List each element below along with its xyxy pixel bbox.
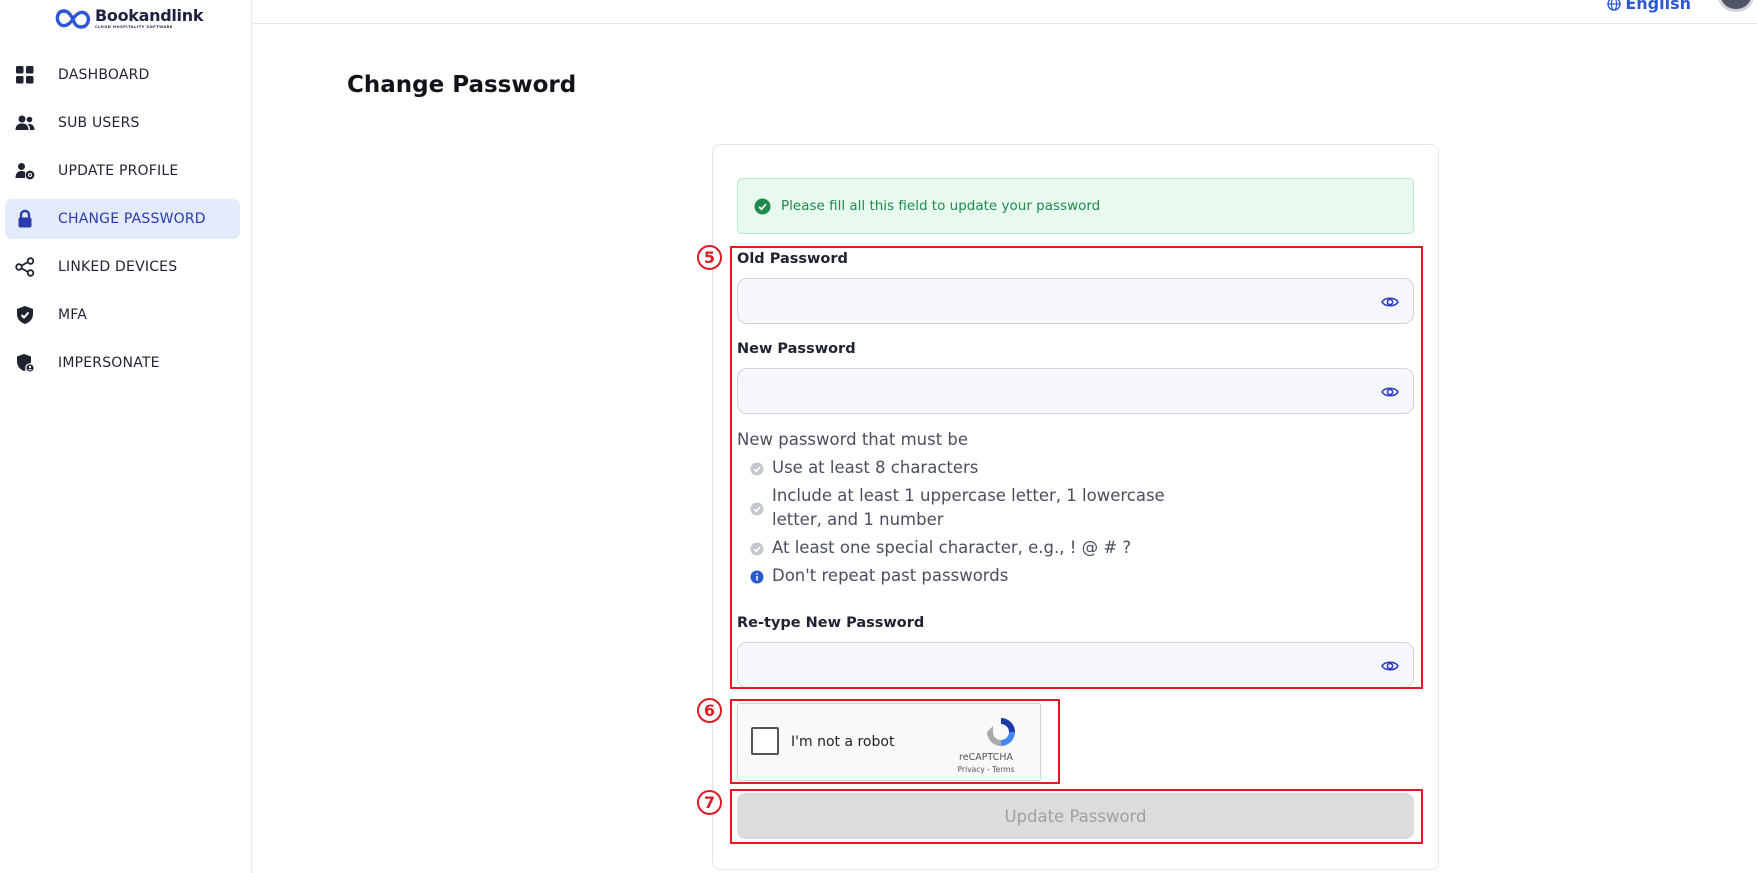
sidebar-item-label: LINKED DEVICES [58,259,178,275]
globe-icon [1607,0,1622,11]
sidebar: Bookandlink CLOUD HOSPITALITY SOFTWARE D… [0,0,252,873]
user-gear-icon [15,161,41,181]
language-label: English [1625,0,1691,13]
sidebar-item-label: DASHBOARD [58,67,150,83]
annotation-box-recaptcha [730,699,1060,784]
annotation-box-submit [730,789,1423,844]
sidebar-item-label: MFA [58,307,88,323]
avatar[interactable] [1718,0,1754,12]
page-title: Change Password [347,72,577,98]
sidebar-item-linked-devices[interactable]: LINKED DEVICES [5,247,240,287]
grid-icon [15,65,41,85]
info-alert: Please fill all this field to update you… [737,178,1414,234]
sidebar-item-update-profile[interactable]: UPDATE PROFILE [5,151,240,191]
check-circle-icon [754,198,771,214]
users-icon [15,113,41,133]
shield-user-icon [15,353,41,373]
sidebar-item-label: IMPERSONATE [58,355,160,371]
share-nodes-icon [15,257,41,277]
sidebar-item-label: SUB USERS [58,115,140,131]
sidebar-item-impersonate[interactable]: IMPERSONATE [5,343,240,383]
annotation-marker: 6 [697,698,722,723]
top-bar: English [252,0,1757,24]
sidebar-nav: DASHBOARD SUB USERS UPDATE PROFILE CHANG… [5,55,240,391]
sidebar-item-label: UPDATE PROFILE [58,163,179,179]
brand-logo[interactable]: Bookandlink CLOUD HOSPITALITY SOFTWARE [54,6,203,32]
annotation-box-password-fields [730,246,1423,689]
annotation-marker: 5 [697,245,722,270]
sidebar-item-change-password[interactable]: CHANGE PASSWORD [5,199,240,239]
sidebar-item-mfa[interactable]: MFA [5,295,240,335]
annotation-marker: 7 [697,790,722,815]
logo-infinity-icon [55,9,91,29]
sidebar-item-label: CHANGE PASSWORD [58,211,206,227]
sidebar-item-dashboard[interactable]: DASHBOARD [5,55,240,95]
brand-tagline: CLOUD HOSPITALITY SOFTWARE [95,25,173,30]
language-selector[interactable]: English [1607,0,1691,13]
sidebar-item-sub-users[interactable]: SUB USERS [5,103,240,143]
brand-name: Bookandlink [95,6,204,26]
lock-icon [15,209,41,229]
alert-text: Please fill all this field to update you… [781,198,1101,214]
shield-check-icon [15,305,41,325]
